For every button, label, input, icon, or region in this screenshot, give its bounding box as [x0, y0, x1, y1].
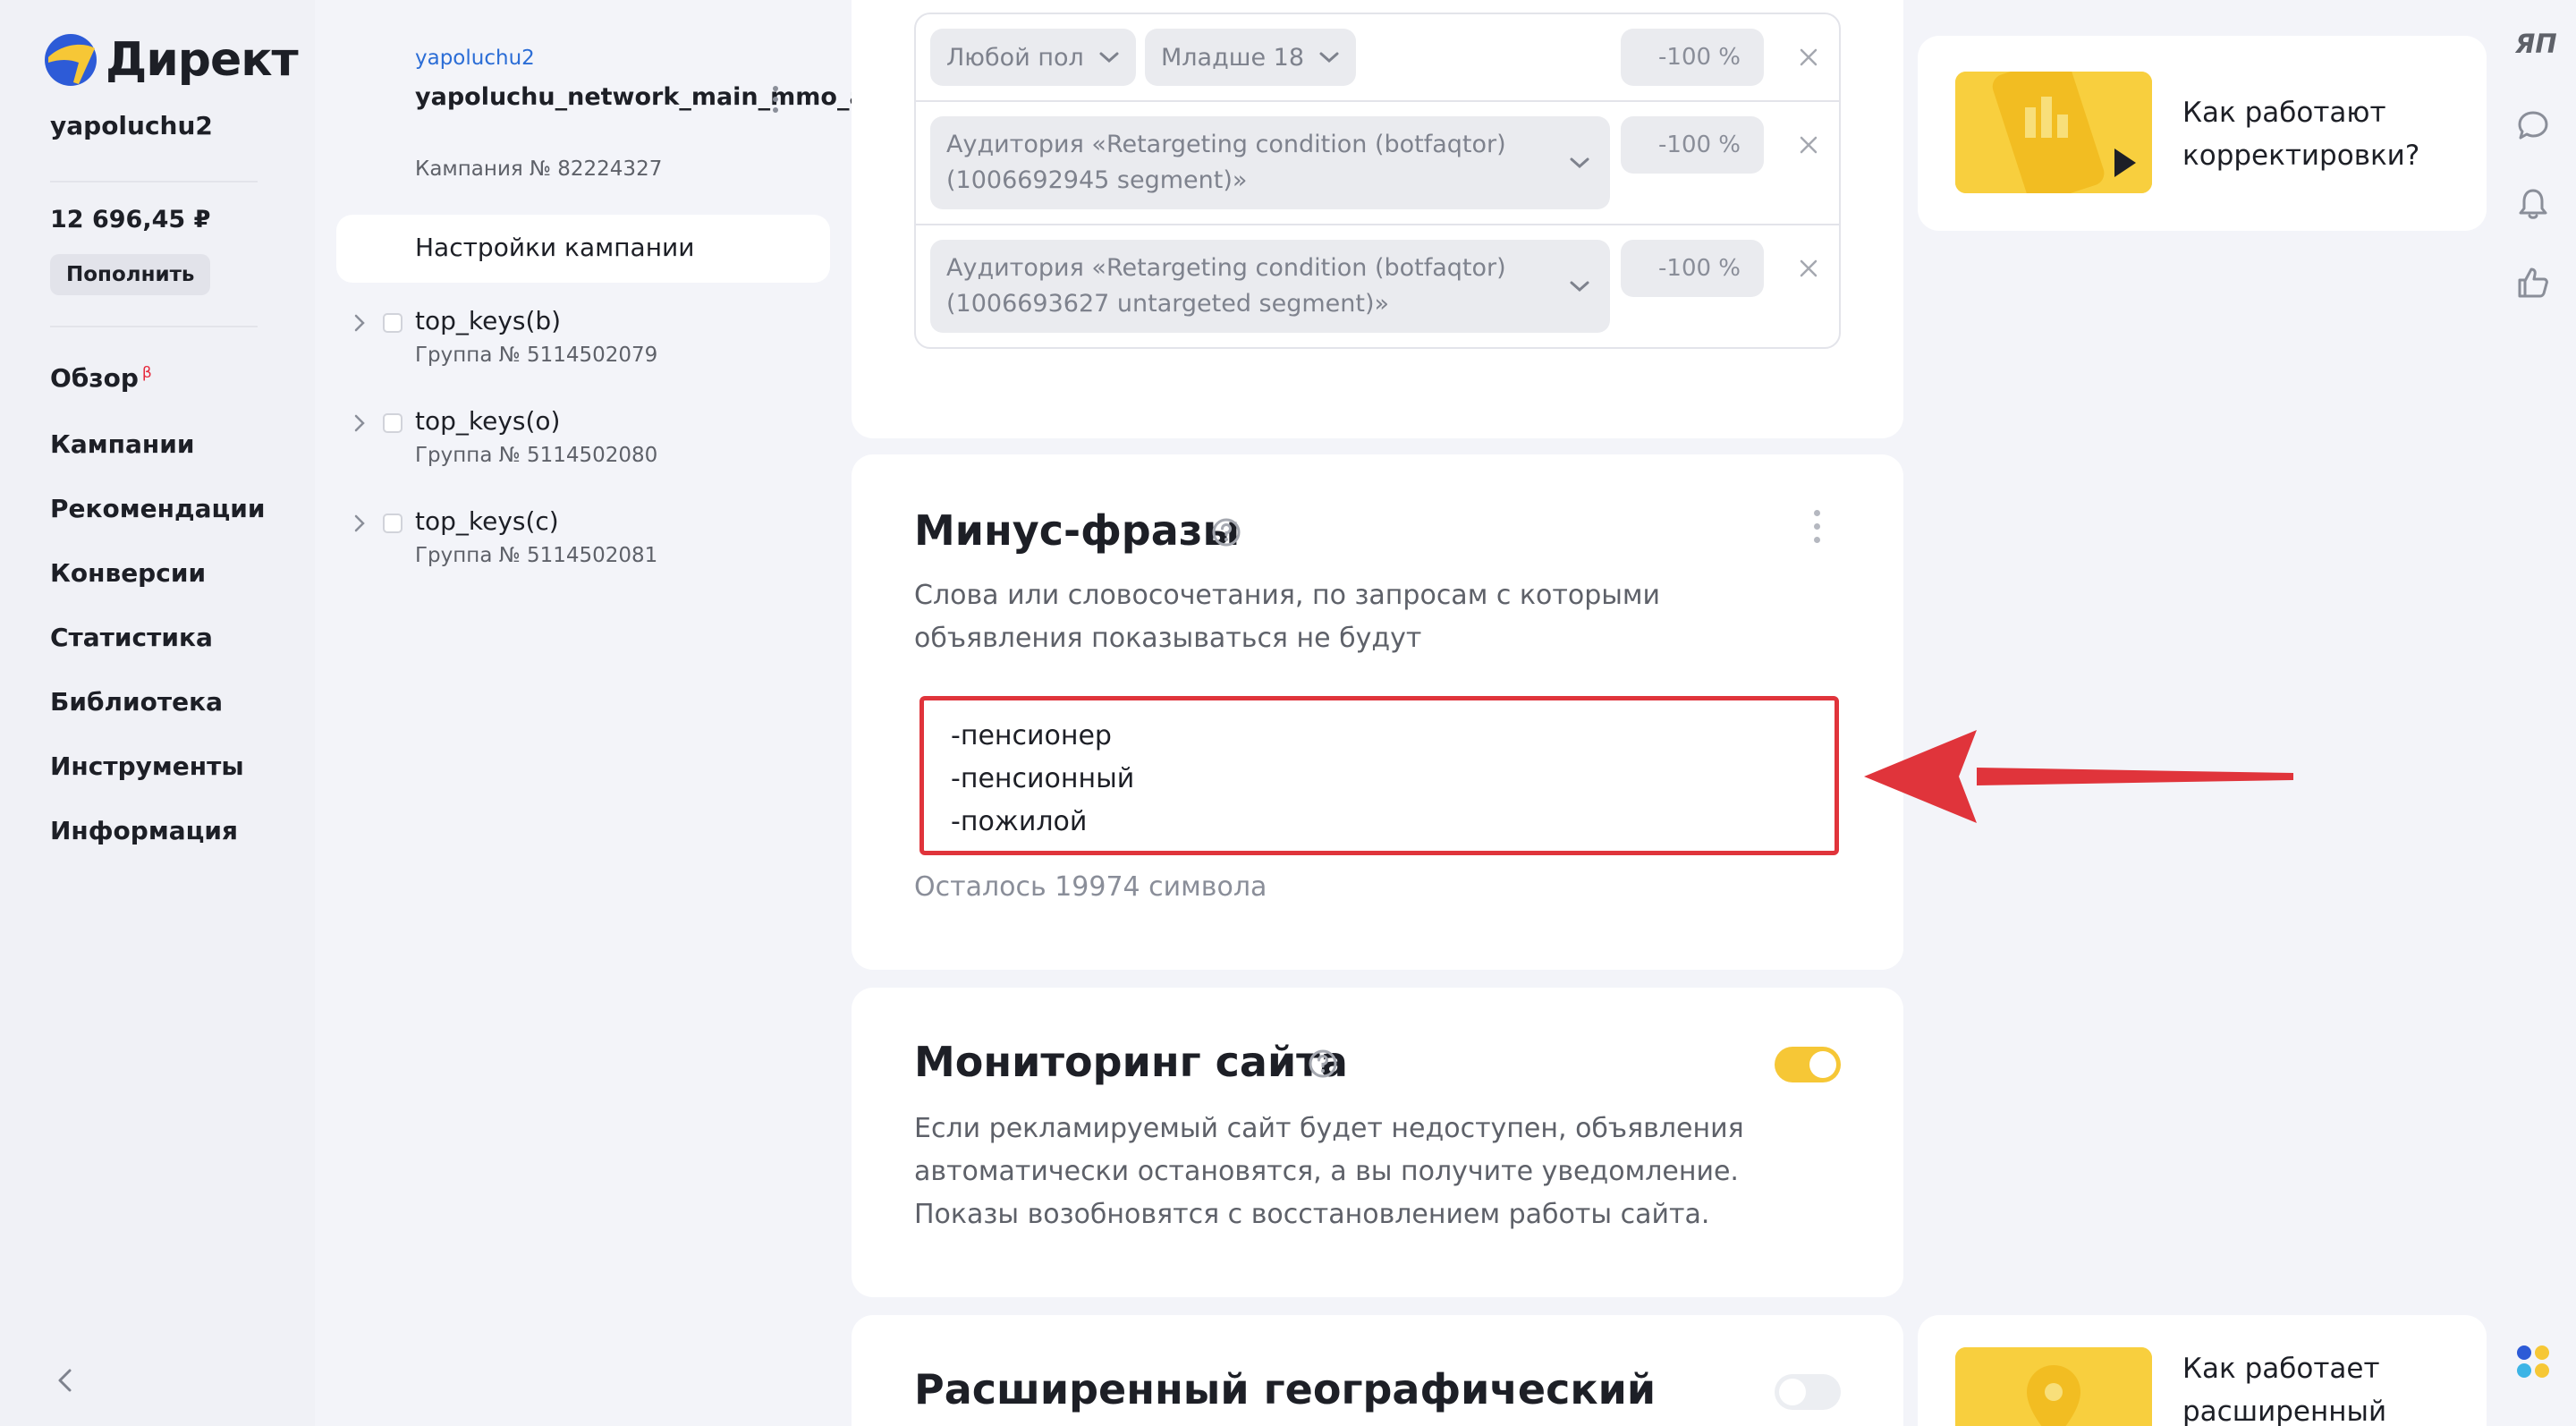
video-thumbnail[interactable]: [1955, 72, 2152, 193]
site-monitoring-toggle[interactable]: [1775, 1047, 1841, 1082]
chart-illustration-icon: [1955, 72, 2152, 193]
chevron-right-icon[interactable]: [352, 514, 367, 533]
campaign-tree: yapoluchu2 yapoluchu_network_main_mmo_au…: [315, 0, 990, 1426]
group-name: top_keys(c): [415, 506, 559, 536]
help-icon[interactable]: [1211, 517, 1241, 547]
group-number: Группа № 5114502079: [415, 344, 658, 367]
tree-group-item[interactable]: top_keys(b) Группа № 5114502079: [315, 301, 852, 390]
menu-item-library[interactable]: Библиотека: [50, 687, 223, 717]
nav-divider: [50, 181, 258, 182]
remove-adjustment-icon[interactable]: [1798, 134, 1819, 156]
more-options-icon[interactable]: [1812, 510, 1821, 546]
chevron-down-icon: [1570, 281, 1589, 293]
adjustment-percent-input[interactable]: -100 %: [1621, 29, 1764, 86]
chat-icon[interactable]: [2515, 107, 2551, 143]
group-checkbox[interactable]: [383, 413, 402, 433]
logo-text: Директ: [106, 33, 299, 87]
group-name: top_keys(o): [415, 406, 561, 436]
thumbs-up-icon[interactable]: [2515, 265, 2551, 301]
gender-select[interactable]: Любой пол: [930, 29, 1136, 86]
remove-adjustment-icon[interactable]: [1798, 258, 1819, 279]
extended-geo-card: Расширенный географический: [852, 1315, 1903, 1426]
chevron-down-icon: [1570, 157, 1589, 169]
minus-phrases-title: Минус-фразы: [914, 506, 1241, 555]
remove-adjustment-icon[interactable]: [1798, 47, 1819, 68]
bid-adjustments-card: Любой пол Младше 18 -100 % Аудитория «Re…: [852, 0, 1903, 438]
minus-phrases-card: Минус-фразы Слова или словосочетания, по…: [852, 454, 1903, 970]
audience-select-value: Аудитория «Retargeting condition (botfaq…: [946, 254, 1506, 318]
menu-item-tools[interactable]: Инструменты: [50, 751, 244, 781]
ya-pro-badge[interactable]: ЯП: [2515, 29, 2557, 59]
topup-button[interactable]: Пополнить: [50, 254, 211, 295]
menu-item-label: Обзор: [50, 363, 139, 393]
yandex-direct-logo-icon: [45, 34, 97, 86]
group-number: Группа № 5114502080: [415, 444, 658, 467]
remaining-characters: Осталось 19974 символа: [914, 871, 1267, 903]
audience-select-value: Аудитория «Retargeting condition (botfaq…: [946, 131, 1506, 194]
minus-phrases-textarea[interactable]: -пенсионер -пенсионный -пожилой: [919, 696, 1839, 855]
campaign-name[interactable]: yapoluchu_network_main_mmo_auto_2023: [415, 79, 990, 115]
campaign-settings-item[interactable]: Настройки кампании: [336, 215, 830, 283]
tree-group-item[interactable]: top_keys(o) Группа № 5114502080: [315, 401, 852, 490]
extended-geo-title: Расширенный географический: [914, 1365, 1657, 1413]
help-card-adjustments[interactable]: Как работают корректировки?: [1918, 36, 2487, 231]
group-name: top_keys(b): [415, 306, 562, 335]
map-pin-illustration-icon: [1955, 1347, 2152, 1426]
campaign-login-link[interactable]: yapoluchu2: [415, 47, 535, 70]
annotation-arrow-icon: [1864, 730, 2293, 823]
extended-geo-toggle[interactable]: [1775, 1374, 1841, 1410]
group-number: Группа № 5114502081: [415, 544, 658, 567]
chevron-right-icon[interactable]: [352, 313, 367, 333]
minus-phrases-description: Слова или словосочетания, по запросам с …: [914, 580, 1661, 654]
site-monitoring-title: Мониторинг сайта: [914, 1038, 1348, 1086]
direct-logo[interactable]: Директ: [43, 32, 299, 88]
menu-item-information[interactable]: Информация: [50, 816, 238, 845]
left-navigation: Директ yapoluchu2 12 696,45 ₽ Пополнить …: [0, 0, 315, 1426]
minus-phrase-line: -пенсионер: [951, 720, 1112, 751]
video-thumbnail[interactable]: [1955, 1347, 2152, 1426]
chevron-down-icon: [1319, 52, 1339, 64]
adjustments-list: Любой пол Младше 18 -100 % Аудитория «Re…: [914, 13, 1841, 349]
chevron-right-icon[interactable]: [352, 413, 367, 433]
collapse-sidebar-icon[interactable]: [52, 1367, 79, 1394]
group-checkbox[interactable]: [383, 313, 402, 333]
menu-item-statistics[interactable]: Статистика: [50, 623, 213, 652]
chevron-down-icon: [1099, 52, 1119, 64]
campaign-number: Кампания № 82224327: [415, 157, 663, 181]
age-select-value: Младше 18: [1161, 43, 1305, 72]
menu-item-recommendations[interactable]: Рекомендации: [50, 494, 265, 523]
row-divider: [916, 100, 1839, 102]
campaign-settings-label: Настройки кампании: [415, 233, 695, 262]
account-username[interactable]: yapoluchu2: [50, 111, 213, 140]
site-monitoring-description: Если рекламируемый сайт будет недоступен…: [914, 1113, 1744, 1230]
minus-phrase-line: -пенсионный: [951, 763, 1135, 794]
account-balance: 12 696,45 ₽: [50, 206, 211, 233]
help-card-text: Как работает расширенный: [2182, 1353, 2387, 1426]
audience-select[interactable]: Аудитория «Retargeting condition (botfaq…: [930, 116, 1610, 209]
bell-icon[interactable]: [2515, 186, 2551, 222]
help-card-text: Как работают корректировки?: [2182, 97, 2420, 172]
adjustment-percent-input[interactable]: -100 %: [1621, 240, 1764, 297]
age-select[interactable]: Младше 18: [1145, 29, 1357, 86]
tree-group-item[interactable]: top_keys(c) Группа № 5114502081: [315, 501, 852, 590]
row-divider: [916, 224, 1839, 225]
audience-select[interactable]: Аудитория «Retargeting condition (botfaq…: [930, 240, 1610, 333]
menu-item-conversions[interactable]: Конверсии: [50, 558, 206, 588]
gender-select-value: Любой пол: [946, 43, 1084, 72]
nav-divider: [50, 326, 258, 327]
beta-badge: β: [141, 363, 152, 382]
help-icon[interactable]: [1308, 1048, 1338, 1079]
minus-phrase-line: -пожилой: [951, 806, 1088, 837]
campaign-more-icon[interactable]: [771, 86, 780, 115]
adjustment-percent-input[interactable]: -100 %: [1621, 116, 1764, 174]
group-checkbox[interactable]: [383, 514, 402, 533]
services-grid-icon[interactable]: [2515, 1344, 2551, 1379]
help-card-geo[interactable]: Как работает расширенный: [1918, 1315, 2487, 1426]
menu-item-overview[interactable]: Обзор β: [50, 363, 152, 393]
site-monitoring-card: Мониторинг сайта Если рекламируемый сайт…: [852, 988, 1903, 1297]
menu-item-campaigns[interactable]: Кампании: [50, 429, 195, 459]
